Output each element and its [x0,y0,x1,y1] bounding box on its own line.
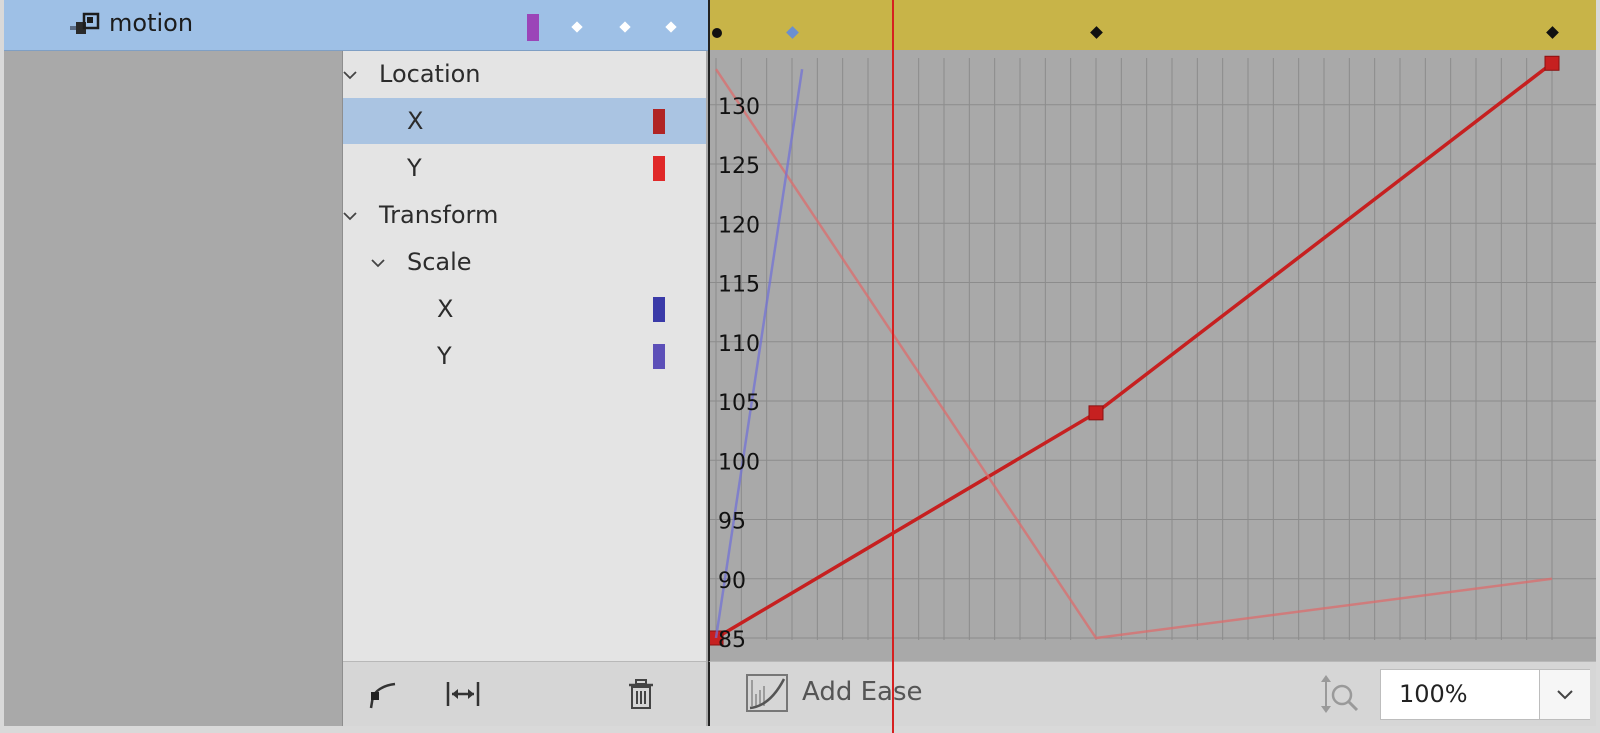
tree-row-location-x[interactable]: X [343,98,706,144]
zoom-select[interactable]: 100% [1380,669,1590,720]
strip-keyframe[interactable] [1545,26,1559,39]
graph-canvas[interactable]: 130 125 120 115 110 105 100 95 90 85 [710,50,1598,661]
tree-label: Y [407,154,422,182]
chevron-down-icon[interactable] [371,256,385,270]
ease-curve-icon[interactable] [365,676,401,712]
strip-keyframe[interactable] [711,28,722,38]
y-tick-label: 120 [718,213,760,238]
tree-label: Y [437,342,452,370]
add-ease-button[interactable]: Add Ease [802,677,923,707]
y-tick-label: 105 [718,391,760,416]
tree-row-scale-y[interactable]: Y [343,333,706,379]
y-tick-label: 115 [718,273,760,298]
layer-link-icon [70,12,100,34]
vertical-zoom-icon[interactable] [1320,673,1360,715]
zoom-value: 100% [1399,680,1468,708]
tree-label: Location [379,60,481,88]
key-dot [619,21,631,33]
frame-edge [0,726,1600,733]
graph-toolbar: Add Ease 100% [708,661,1598,727]
layer-gutter [4,51,343,726]
tree-label: X [407,107,424,135]
tree-row-scale[interactable]: Scale [343,239,706,285]
trash-icon[interactable] [623,676,659,712]
tree-row-scale-x[interactable]: X [343,286,706,332]
curve-line[interactable] [715,61,1554,640]
y-tick-label: 95 [718,510,746,535]
zoom-dropdown-button[interactable] [1539,670,1590,719]
strip-keyframe[interactable] [1089,26,1103,39]
property-tree: Location X Y Transform Scale X Y [343,51,706,661]
y-tick-label: 100 [718,450,760,475]
fit-horizontal-icon[interactable] [445,676,481,712]
layer-name: motion [109,9,194,37]
tree-row-transform[interactable]: Transform [343,192,706,238]
graph-area[interactable]: 130 125 120 115 110 105 100 95 90 85 [708,50,1598,661]
tree-row-location[interactable]: Location [343,51,706,97]
motion-editor: motion Location X Y Transform Scale X Y … [0,0,1600,733]
layer-color-swatch[interactable] [527,14,539,41]
chevron-down-icon[interactable] [343,68,357,82]
keyframe-handle[interactable] [1088,405,1104,421]
y-tick-label: 130 [718,95,760,120]
tree-label: X [437,295,454,323]
layer-row[interactable]: motion [4,0,708,51]
strip-keyframe[interactable] [785,26,799,39]
keyframe-strip[interactable] [708,0,1598,50]
y-tick-label: 110 [718,332,760,357]
curve-color-swatch[interactable] [653,156,665,181]
y-tick-label: 85 [718,628,746,653]
keyframe-handle[interactable] [1544,55,1560,71]
key-dot [571,21,583,33]
playhead[interactable] [892,0,895,733]
chevron-down-icon[interactable] [343,209,357,223]
frame-edge [1596,0,1600,733]
key-dot [665,21,677,33]
chevron-down-icon [1557,690,1573,700]
curve-color-swatch[interactable] [653,297,665,322]
ease-curve-icon[interactable] [746,674,788,712]
curve-color-swatch[interactable] [653,344,665,369]
y-tick-label: 90 [718,569,746,594]
curve-line[interactable] [714,68,1553,640]
tree-label: Transform [379,201,499,229]
curve-color-swatch[interactable] [653,109,665,134]
tree-label: Scale [407,248,472,276]
y-tick-label: 125 [718,154,760,179]
tree-row-location-y[interactable]: Y [343,145,706,191]
tree-toolbar [343,661,706,727]
